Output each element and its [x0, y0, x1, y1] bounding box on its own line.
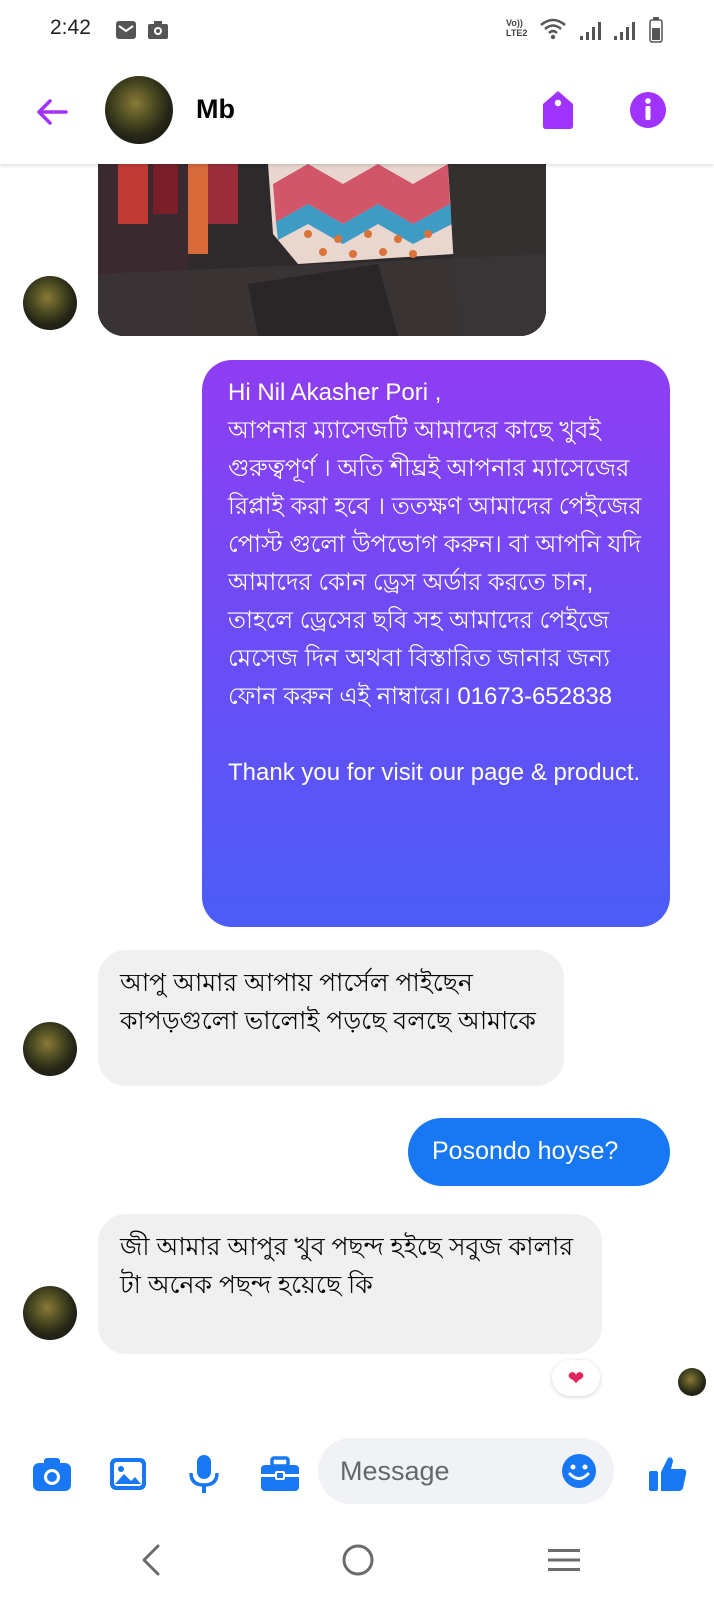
contact-name[interactable]: Mb — [196, 94, 235, 125]
outgoing-message-bubble[interactable]: Hi Nil Akasher Pori , আপনার ম্যাসেজটি আম… — [202, 360, 670, 927]
composer-bar: Message — [0, 1430, 714, 1520]
tag-icon[interactable] — [538, 88, 578, 132]
system-nav-bar — [0, 1520, 714, 1599]
emoji-icon[interactable] — [560, 1452, 598, 1490]
status-time: 2:42 — [50, 16, 91, 39]
like-icon[interactable] — [646, 1452, 690, 1496]
mail-notification-icon — [116, 21, 136, 39]
seen-avatar — [678, 1368, 706, 1396]
outgoing-message-bubble[interactable]: Posondo hoyse? — [408, 1118, 670, 1186]
back-arrow-icon[interactable] — [30, 90, 74, 134]
incoming-message-bubble[interactable]: জী আমার আপুর খুব পছন্দ হইছে সবুজ কালার ট… — [98, 1214, 602, 1354]
fabric-image — [98, 164, 546, 336]
heart-reaction[interactable]: ❤ — [552, 1360, 600, 1396]
message-list[interactable]: Hi Nil Akasher Pori , আপনার ম্যাসেজটি আম… — [0, 164, 714, 1414]
battery-icon — [649, 17, 663, 43]
sender-avatar[interactable] — [23, 1022, 77, 1076]
camera-icon[interactable] — [30, 1452, 74, 1496]
shared-photo[interactable] — [98, 164, 546, 336]
briefcase-icon[interactable] — [258, 1452, 302, 1496]
contact-avatar[interactable] — [105, 76, 173, 144]
signal-1-icon — [580, 22, 601, 40]
camera-notification-icon — [148, 21, 168, 39]
info-icon[interactable] — [628, 90, 668, 130]
wifi-icon — [540, 18, 566, 40]
incoming-message-bubble[interactable]: আপু আমার আপায় পার্সেল পাইছেন কাপড়গুলো … — [98, 950, 564, 1086]
nav-menu-icon[interactable] — [542, 1538, 586, 1582]
gallery-icon[interactable] — [106, 1452, 150, 1496]
sender-avatar[interactable] — [23, 1286, 77, 1340]
nav-back-icon[interactable] — [130, 1538, 174, 1582]
nav-home-icon[interactable] — [336, 1538, 380, 1582]
status-bar: 2:42 Vo)) LTE2 — [0, 0, 714, 60]
signal-2-icon — [614, 22, 635, 40]
chat-header: Mb — [0, 60, 714, 164]
volte-label: Vo)) LTE2 — [506, 18, 528, 38]
sender-avatar[interactable] — [23, 276, 77, 330]
microphone-icon[interactable] — [182, 1452, 226, 1496]
